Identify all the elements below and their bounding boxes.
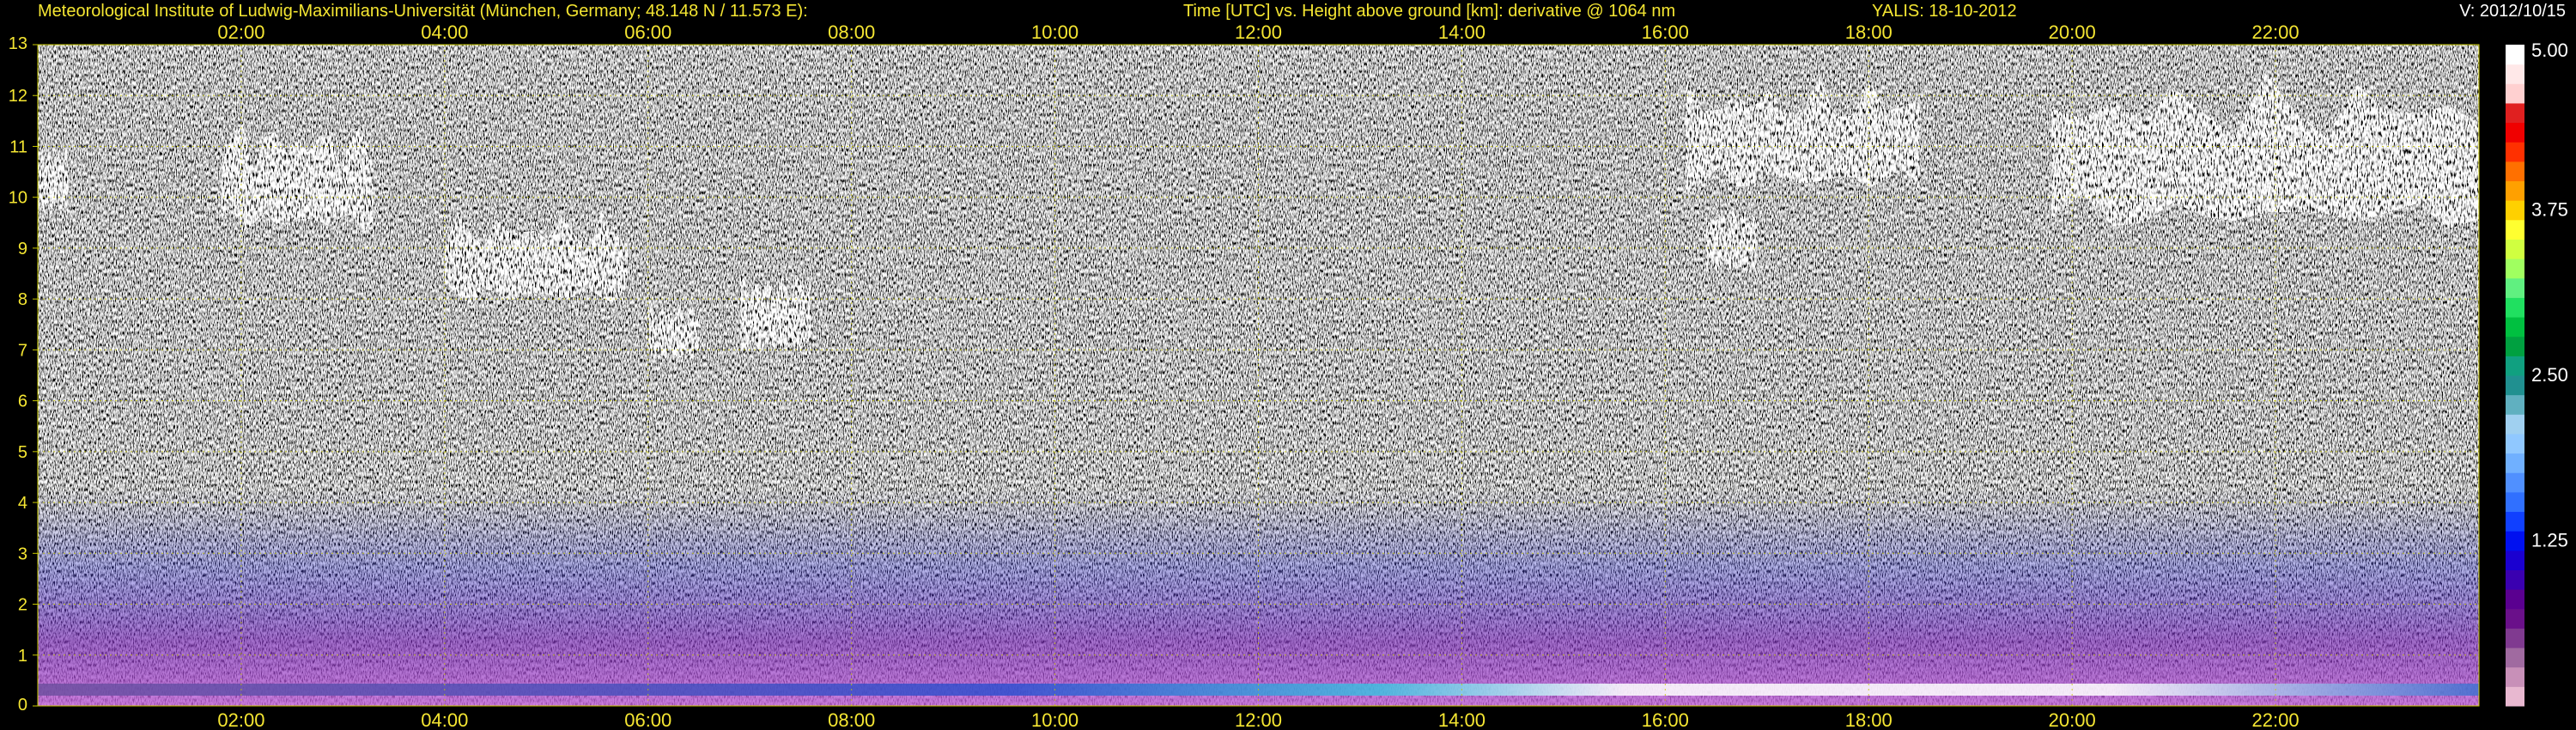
colorbar-segment bbox=[2506, 64, 2524, 84]
colorbar-tick-label: 5.00 bbox=[2531, 40, 2568, 61]
lidar-chart-page: Meteorological Institute of Ludwig-Maxim… bbox=[0, 0, 2576, 730]
x-tick-label-top: 22:00 bbox=[2252, 21, 2300, 43]
x-tick-label-top: 16:00 bbox=[1642, 21, 1689, 43]
y-tick-label: 13 bbox=[9, 34, 27, 53]
y-tick-label: 2 bbox=[18, 596, 27, 615]
x-tick-label-bottom: 12:00 bbox=[1235, 709, 1282, 730]
y-tick-label: 10 bbox=[9, 189, 27, 208]
colorbar-segment bbox=[2506, 589, 2524, 610]
colorbar-segment bbox=[2506, 531, 2524, 551]
y-tick-label: 0 bbox=[18, 696, 27, 715]
colorbar-tick-label: 2.50 bbox=[2531, 364, 2568, 386]
colorbar-tick-label: 3.75 bbox=[2531, 199, 2568, 221]
colorbar-segment bbox=[2506, 550, 2524, 570]
lidar-heatmap-chart: 012345678910111213 02:00 04:00 06:00 08:00 1… bbox=[9, 21, 2568, 730]
y-tick-label: 9 bbox=[18, 240, 27, 259]
x-tick-label-top: 10:00 bbox=[1031, 21, 1078, 43]
colorbar-segment bbox=[2506, 336, 2524, 356]
colorbar-segment bbox=[2506, 102, 2524, 124]
colorbar-segment bbox=[2506, 569, 2524, 590]
colorbar-segment bbox=[2506, 686, 2524, 707]
y-tick-label: 8 bbox=[18, 290, 27, 309]
x-tick-label-bottom: 16:00 bbox=[1642, 709, 1689, 730]
colorbar-segment bbox=[2506, 277, 2524, 298]
colorbar-segment bbox=[2506, 356, 2524, 376]
y-tick-label: 6 bbox=[18, 392, 27, 411]
colorbar-segment bbox=[2506, 45, 2524, 65]
colorbar-segment bbox=[2506, 453, 2524, 473]
plot-area bbox=[38, 45, 2479, 706]
x-tick-label-top: 14:00 bbox=[1438, 21, 1485, 43]
colorbar-segment bbox=[2506, 180, 2524, 201]
y-tick-label: 4 bbox=[18, 494, 27, 513]
x-tick-label-bottom: 10:00 bbox=[1031, 709, 1078, 730]
y-tick-label: 11 bbox=[9, 137, 27, 156]
y-tick-label: 12 bbox=[9, 87, 27, 106]
colorbar-segment bbox=[2506, 491, 2524, 513]
colorbar-segment bbox=[2506, 219, 2524, 240]
colorbar-segment bbox=[2506, 511, 2524, 532]
y-tick-label: 5 bbox=[18, 443, 27, 462]
y-axis: 012345678910111213 bbox=[9, 34, 38, 715]
x-tick-label-top: 12:00 bbox=[1235, 21, 1282, 43]
x-tick-label-bottom: 22:00 bbox=[2252, 709, 2300, 730]
x-tick-label-top: 18:00 bbox=[1845, 21, 1893, 43]
colorbar: 1.25 2.50 3.75 5.00 bbox=[2506, 40, 2568, 707]
x-tick-label-top: 06:00 bbox=[624, 21, 671, 43]
colorbar-tick-label: 1.25 bbox=[2531, 530, 2568, 551]
x-tick-label-bottom: 08:00 bbox=[828, 709, 875, 730]
x-tick-label-bottom: 20:00 bbox=[2049, 709, 2096, 730]
colorbar-segment bbox=[2506, 375, 2524, 396]
x-tick-label-top: 02:00 bbox=[217, 21, 264, 43]
colorbar-segment bbox=[2506, 259, 2524, 279]
colorbar-segment bbox=[2506, 83, 2524, 104]
x-tick-label-bottom: 06:00 bbox=[624, 709, 671, 730]
x-tick-label-bottom: 14:00 bbox=[1438, 709, 1485, 730]
colorbar-segment bbox=[2506, 317, 2524, 338]
colorbar-segment bbox=[2506, 414, 2524, 435]
y-tick-label: 7 bbox=[18, 341, 27, 360]
x-tick-label-bottom: 02:00 bbox=[217, 709, 264, 730]
x-tick-label-top: 08:00 bbox=[828, 21, 875, 43]
y-tick-label: 3 bbox=[18, 544, 27, 563]
colorbar-segment bbox=[2506, 297, 2524, 318]
colorbar-segment bbox=[2506, 142, 2524, 162]
x-tick-label-bottom: 04:00 bbox=[421, 709, 468, 730]
colorbar-segment bbox=[2506, 122, 2524, 143]
x-tick-label-top: 04:00 bbox=[421, 21, 468, 43]
y-tick-label: 1 bbox=[18, 647, 27, 666]
colorbar-segment bbox=[2506, 648, 2524, 668]
colorbar-segment bbox=[2506, 239, 2524, 259]
colorbar-segment bbox=[2506, 200, 2524, 221]
colorbar-segment bbox=[2506, 628, 2524, 648]
colorbar-segment bbox=[2506, 394, 2524, 415]
colorbar-segment bbox=[2506, 608, 2524, 629]
colorbar-segment bbox=[2506, 433, 2524, 454]
colorbar-segment bbox=[2506, 472, 2524, 493]
x-tick-label-top: 20:00 bbox=[2049, 21, 2096, 43]
x-tick-label-bottom: 18:00 bbox=[1845, 709, 1893, 730]
colorbar-segment bbox=[2506, 666, 2524, 687]
x-axis-bottom: 02:00 04:00 06:00 08:00 10:00 12:00 14:00 16:00… bbox=[217, 709, 2299, 730]
colorbar-segment bbox=[2506, 161, 2524, 182]
x-axis-top: 02:00 04:00 06:00 08:00 10:00 12:00 14:00 16:00… bbox=[217, 21, 2299, 43]
